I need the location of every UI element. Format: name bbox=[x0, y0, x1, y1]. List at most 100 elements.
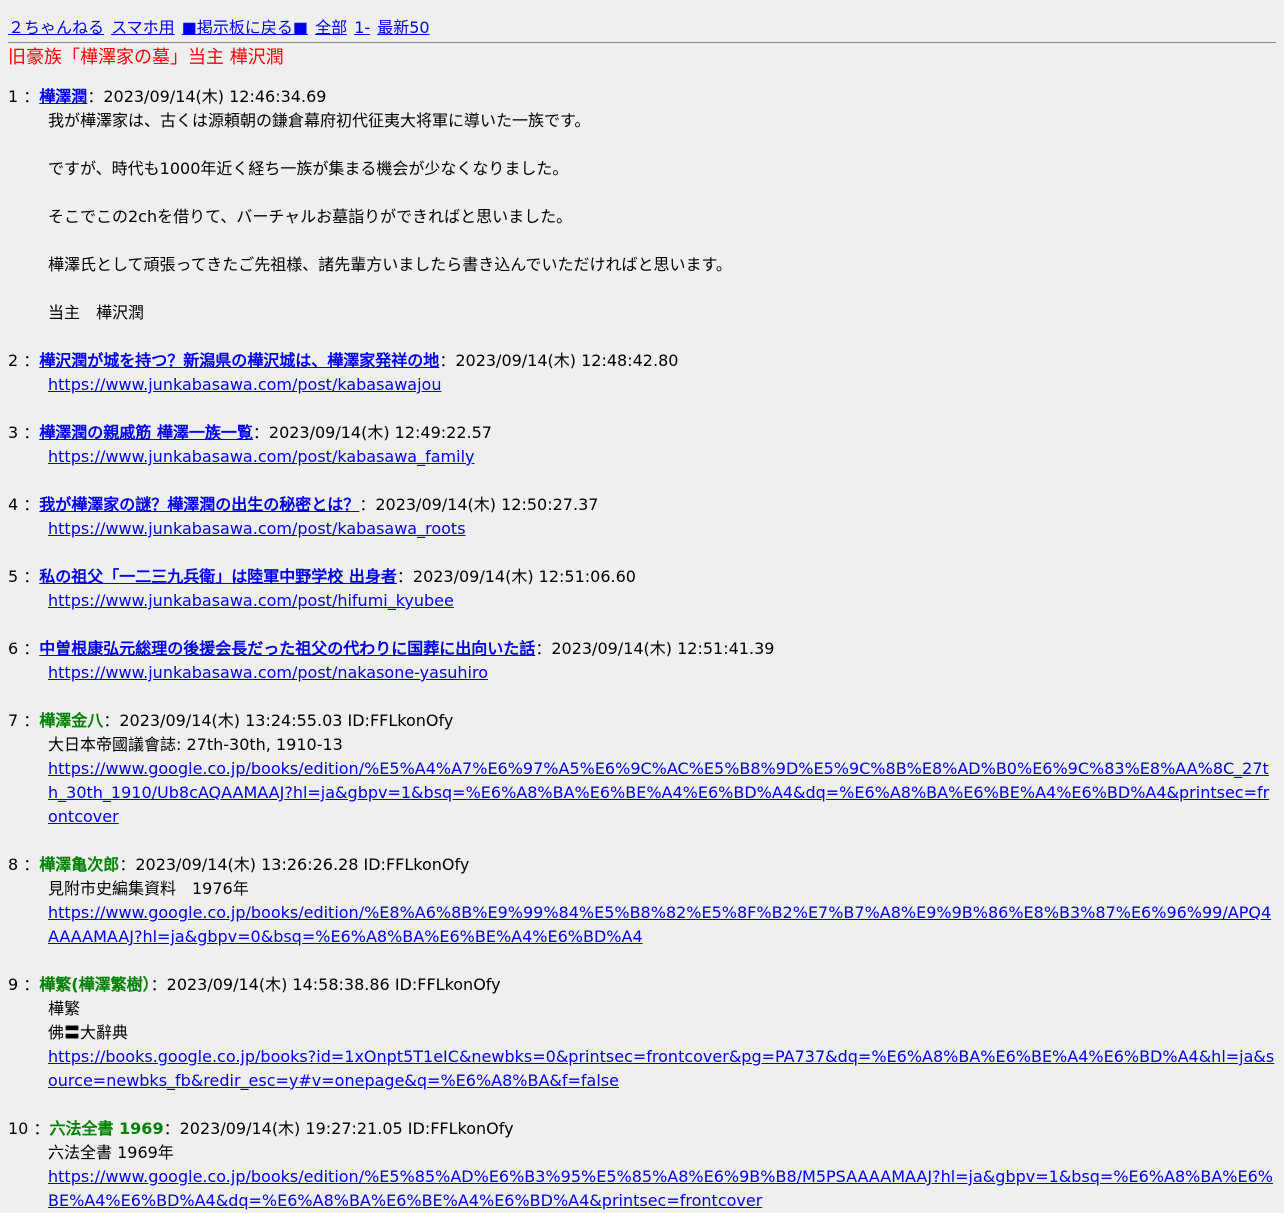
post-line-blank bbox=[48, 277, 1276, 301]
post-url-link[interactable]: https://www.google.co.jp/books/edition/%… bbox=[48, 757, 1276, 829]
post-body: 我が樺澤家は、古くは源頼朝の鎌倉幕府初代征夷大将軍に導いた一族です。 ですが、時… bbox=[48, 109, 1276, 325]
post-meta: 2023/09/14(木) 12:46:34.69 bbox=[103, 87, 327, 106]
post-line: ですが、時代も1000年近く経ち一族が集まる機会が少なくなりました。 bbox=[48, 159, 569, 178]
post-url-link[interactable]: https://www.junkabasawa.com/post/kabasaw… bbox=[48, 517, 1276, 541]
post-header: 5 ：私の祖父「一二三九兵衛」は陸軍中野学校 出身者：2023/09/14(木)… bbox=[8, 565, 1276, 589]
post-body: https://www.junkabasawa.com/post/kabasaw… bbox=[48, 445, 1276, 469]
post-colon: ： bbox=[439, 351, 456, 370]
post-author-link[interactable]: 樺澤潤の親戚筋 樺澤一族一覧 bbox=[39, 423, 253, 442]
post-colon: ： bbox=[119, 855, 136, 874]
nav-divider bbox=[8, 42, 1276, 43]
post-header: 9 ：樺繁(樺澤繁樹）：2023/09/14(木) 14:58:38.86 ID… bbox=[8, 973, 1276, 997]
post-colon: ： bbox=[163, 1119, 180, 1138]
post-number: 7 bbox=[8, 711, 19, 730]
post-meta: 2023/09/14(木) 12:49:22.57 bbox=[268, 423, 492, 442]
post-colon: ： bbox=[23, 711, 40, 730]
post-number: 2 bbox=[8, 351, 19, 370]
post-line: 佛〓大辭典 bbox=[48, 1023, 129, 1042]
post-url-link[interactable]: https://books.google.co.jp/books?id=1xOn… bbox=[48, 1045, 1276, 1093]
post-body: 樺繁 佛〓大辭典 https://books.google.co.jp/book… bbox=[48, 997, 1276, 1093]
post-colon: ： bbox=[23, 975, 40, 994]
post-body: 大日本帝國議會誌: 27th-30th, 1910-13 https://www… bbox=[48, 733, 1276, 829]
post-colon: ： bbox=[23, 423, 40, 442]
post-number: 6 bbox=[8, 639, 19, 658]
page: ２ちゃんねる スマホ用 ■掲示板に戻る■ 全部 1- 最新50 旧豪族「樺澤家の… bbox=[0, 0, 1284, 1213]
post-line: 大日本帝國議會誌: 27th-30th, 1910-13 bbox=[48, 735, 343, 754]
post-author-link[interactable]: 樺澤潤 bbox=[39, 87, 87, 106]
nav-mobile-link[interactable]: スマホ用 bbox=[111, 18, 175, 37]
post-body: https://www.junkabasawa.com/post/kabasaw… bbox=[48, 517, 1276, 541]
post-url-link[interactable]: https://www.junkabasawa.com/post/nakason… bbox=[48, 661, 1276, 685]
post-list: 1 ：樺澤潤：2023/09/14(木) 12:46:34.69 我が樺澤家は、… bbox=[8, 85, 1276, 1213]
post-number: 4 bbox=[8, 495, 19, 514]
post-author-link[interactable]: 我が樺澤家の謎？樺澤潤の出生の秘密とは？ bbox=[39, 495, 359, 514]
post-line: 樺繁 bbox=[48, 999, 81, 1018]
post-url-link[interactable]: https://www.google.co.jp/books/edition/%… bbox=[48, 1165, 1276, 1213]
nav-all-link[interactable]: 全部 bbox=[315, 18, 347, 37]
post-meta: 2023/09/14(木) 19:27:21.05 ID:FFLkonOfy bbox=[179, 1119, 514, 1138]
post-colon: ： bbox=[103, 711, 120, 730]
post-meta: 2023/09/14(木) 13:26:26.28 ID:FFLkonOfy bbox=[135, 855, 470, 874]
post-url-link[interactable]: https://www.junkabasawa.com/post/kabasaw… bbox=[48, 373, 1276, 397]
post-url-link[interactable]: https://www.junkabasawa.com/post/hifumi_… bbox=[48, 589, 1276, 613]
post-url-link[interactable]: https://www.junkabasawa.com/post/kabasaw… bbox=[48, 445, 1276, 469]
post-number: 5 bbox=[8, 567, 19, 586]
post-body: 見附市史編集資料 1976年 https://www.google.co.jp/… bbox=[48, 877, 1276, 949]
post-line-blank bbox=[48, 229, 1276, 253]
post-meta: 2023/09/14(木) 12:51:41.39 bbox=[551, 639, 775, 658]
post-line: 樺澤氏として頑張ってきたご先祖様、諸先輩方いましたら書き込んでいただければと思い… bbox=[48, 255, 732, 274]
post-colon: ： bbox=[23, 855, 40, 874]
post-meta: 2023/09/14(木) 12:51:06.60 bbox=[412, 567, 636, 586]
post-author-link[interactable]: 私の祖父「一二三九兵衛」は陸軍中野学校 出身者 bbox=[39, 567, 397, 586]
post-colon: ： bbox=[87, 87, 104, 106]
post-colon: ： bbox=[23, 639, 40, 658]
post-author-name: 六法全書 1969 bbox=[49, 1119, 164, 1138]
nav-latest-link[interactable]: 最新50 bbox=[377, 18, 429, 37]
post-body: 六法全書 1969年 https://www.google.co.jp/book… bbox=[48, 1141, 1276, 1213]
post-author-name: 樺繁(樺澤繁樹） bbox=[39, 975, 151, 994]
top-navigation: ２ちゃんねる スマホ用 ■掲示板に戻る■ 全部 1- 最新50 bbox=[8, 16, 1276, 40]
post-header: 1 ：樺澤潤：2023/09/14(木) 12:46:34.69 bbox=[8, 85, 1276, 109]
post-colon: ： bbox=[23, 351, 40, 370]
post-line: 我が樺澤家は、古くは源頼朝の鎌倉幕府初代征夷大将軍に導いた一族です。 bbox=[48, 111, 591, 130]
post-meta: 2023/09/14(木) 14:58:38.86 ID:FFLkonOfy bbox=[166, 975, 501, 994]
post-header: 3 ：樺澤潤の親戚筋 樺澤一族一覧：2023/09/14(木) 12:49:22… bbox=[8, 421, 1276, 445]
post-meta: 2023/09/14(木) 12:50:27.37 bbox=[375, 495, 599, 514]
post-header: 2 ：樺沢潤が城を持つ？新潟県の樺沢城は、樺澤家発祥の地：2023/09/14(… bbox=[8, 349, 1276, 373]
post-colon: ： bbox=[396, 567, 413, 586]
post-author-link[interactable]: 中曽根康弘元総理の後援会長だった祖父の代わりに国葬に出向いた話 bbox=[39, 639, 535, 658]
post-header: 8 ：樺澤亀次郎：2023/09/14(木) 13:26:26.28 ID:FF… bbox=[8, 853, 1276, 877]
post-body: https://www.junkabasawa.com/post/nakason… bbox=[48, 661, 1276, 685]
post-number: 3 bbox=[8, 423, 19, 442]
post-line: 当主 樺沢潤 bbox=[48, 303, 145, 322]
post-colon: ： bbox=[359, 495, 376, 514]
post-meta: 2023/09/14(木) 12:48:42.80 bbox=[455, 351, 679, 370]
post-colon: ： bbox=[252, 423, 269, 442]
post-header: 7 ：樺澤金八：2023/09/14(木) 13:24:55.03 ID:FFL… bbox=[8, 709, 1276, 733]
post-number: 10 bbox=[8, 1119, 29, 1138]
post-url-link[interactable]: https://www.google.co.jp/books/edition/%… bbox=[48, 901, 1276, 949]
thread-title: 旧豪族「樺澤家の墓」当主 樺沢潤 bbox=[8, 47, 284, 68]
post-line-blank bbox=[48, 133, 1276, 157]
post-header: 6 ：中曽根康弘元総理の後援会長だった祖父の代わりに国葬に出向いた話：2023/… bbox=[8, 637, 1276, 661]
post-meta: 2023/09/14(木) 13:24:55.03 ID:FFLkonOfy bbox=[119, 711, 454, 730]
post-colon: ： bbox=[33, 1119, 50, 1138]
post-header: 10 ：六法全書 1969：2023/09/14(木) 19:27:21.05 … bbox=[8, 1117, 1276, 1141]
post-author-name: 樺澤金八 bbox=[39, 711, 104, 730]
post-line: そこでこの2chを借りて、バーチャルお墓詣りができればと思いました。 bbox=[48, 207, 573, 226]
post-colon: ： bbox=[23, 87, 40, 106]
post-line-blank bbox=[48, 181, 1276, 205]
post-body: https://www.junkabasawa.com/post/hifumi_… bbox=[48, 589, 1276, 613]
post-colon: ： bbox=[23, 495, 40, 514]
nav-site-link[interactable]: ２ちゃんねる bbox=[8, 18, 104, 37]
post-number: 9 bbox=[8, 975, 19, 994]
post-author-name: 樺澤亀次郎 bbox=[39, 855, 120, 874]
post-line: 見附市史編集資料 1976年 bbox=[48, 879, 249, 898]
post-number: 1 bbox=[8, 87, 19, 106]
post-author-link[interactable]: 樺沢潤が城を持つ？新潟県の樺沢城は、樺澤家発祥の地 bbox=[39, 351, 439, 370]
nav-back-link[interactable]: ■掲示板に戻る■ bbox=[182, 18, 308, 37]
nav-first-link[interactable]: 1- bbox=[354, 18, 370, 37]
post-colon: ： bbox=[535, 639, 552, 658]
post-colon: ： bbox=[150, 975, 167, 994]
post-colon: ： bbox=[23, 567, 40, 586]
